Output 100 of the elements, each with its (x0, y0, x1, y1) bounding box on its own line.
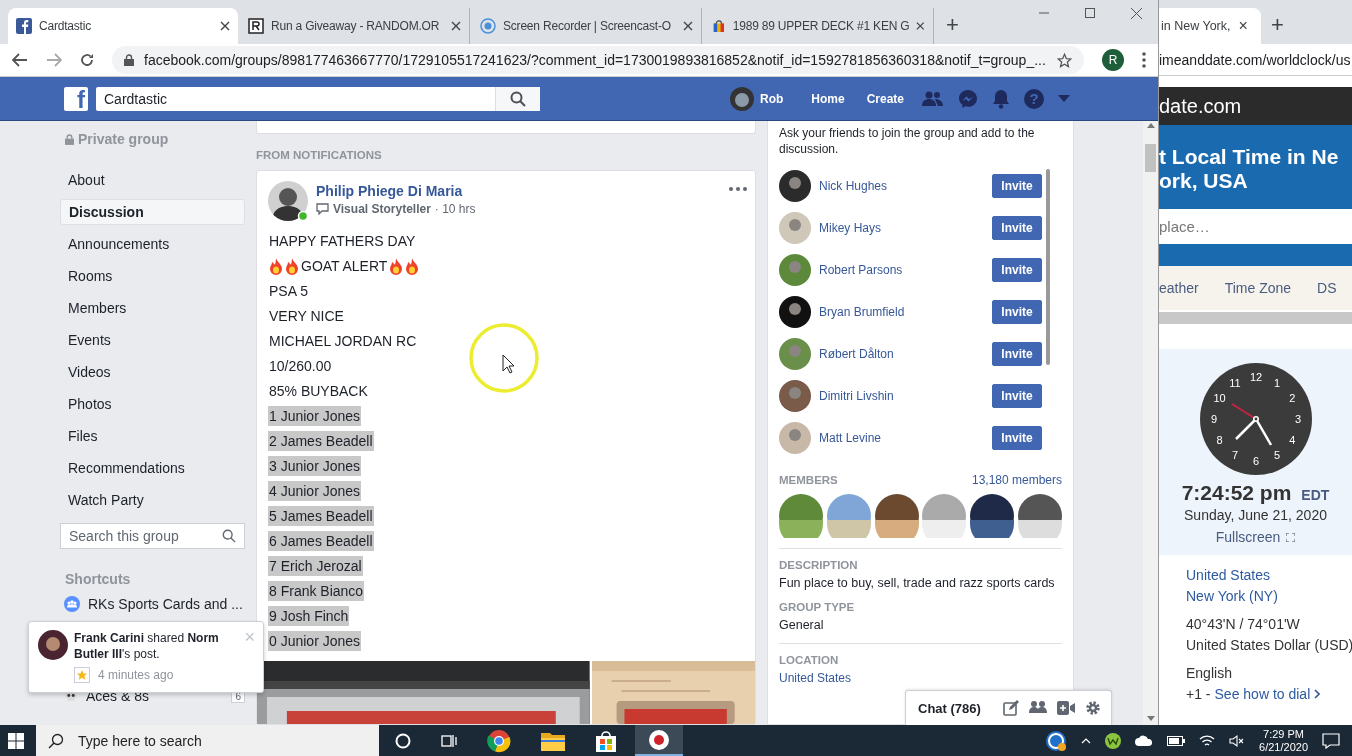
sidebar-item[interactable]: Members (60, 295, 245, 321)
compose-icon[interactable] (1003, 700, 1019, 716)
new-tab-button[interactable]: + (936, 14, 969, 44)
close-icon[interactable] (1131, 7, 1142, 19)
sidebar-item[interactable]: Events (60, 327, 245, 353)
new-tab-button[interactable]: + (1261, 14, 1294, 44)
avatar[interactable] (874, 494, 919, 538)
sidebar-item[interactable]: Files (60, 423, 245, 449)
site-logo[interactable]: date.com (1159, 94, 1242, 118)
taskbar-clock[interactable]: 7:29 PM 6/21/2020 (1259, 727, 1308, 754)
sidebar-item[interactable]: About (60, 167, 245, 193)
invite-button[interactable]: Invite (992, 342, 1042, 366)
notifications-icon[interactable] (1322, 732, 1340, 749)
nav-link[interactable]: eather (1159, 280, 1199, 296)
info-link[interactable]: New York (NY) (1186, 588, 1352, 604)
invite-button[interactable]: Invite (992, 258, 1042, 282)
dial-link[interactable]: See how to dial (1214, 686, 1311, 702)
browser-tab[interactable]: in New York, × (1159, 8, 1261, 44)
bell-icon[interactable] (992, 88, 1010, 109)
search-field[interactable]: Type here to search (36, 725, 379, 756)
sidebar-item[interactable]: Discussion (60, 199, 245, 225)
search-field[interactable]: Cardtastic (96, 86, 540, 111)
sidebar-item[interactable]: Recommendations (60, 455, 245, 481)
invite-button[interactable]: Invite (992, 384, 1042, 408)
avatar[interactable] (970, 494, 1015, 538)
avatar[interactable] (268, 181, 308, 221)
avatar[interactable] (779, 296, 811, 328)
sidebar-item[interactable]: Watch Party (60, 487, 245, 513)
invite-button[interactable]: Invite (992, 174, 1042, 198)
browser-tab[interactable]: Run a Giveaway - RANDOM.OR (240, 8, 470, 44)
invite-button[interactable]: Invite (992, 426, 1042, 450)
search-field[interactable]: Search this group (60, 523, 245, 549)
nav-link[interactable]: DS (1317, 280, 1337, 296)
speaker-icon[interactable] (1229, 733, 1246, 748)
messenger-icon[interactable] (958, 88, 978, 109)
avatar[interactable] (1018, 494, 1062, 538)
friend-name[interactable]: Matt Levine (819, 431, 984, 445)
profile-link[interactable]: Rob (729, 86, 794, 111)
fullscreen-link[interactable]: Fullscreen (1215, 529, 1296, 545)
wifi-icon[interactable] (1199, 733, 1216, 748)
notification-popup[interactable]: Frank Carini shared Norm Butler III's post. 4 minutes ago × (28, 621, 264, 693)
chat-bar[interactable]: Chat (786) (905, 690, 1112, 725)
people-icon[interactable] (1029, 700, 1047, 716)
scrollbar-thumb[interactable] (1046, 169, 1050, 365)
friends-icon[interactable] (922, 90, 944, 107)
nav-link[interactable]: Home (807, 91, 849, 106)
avatar[interactable] (779, 170, 811, 202)
address-field[interactable]: facebook.com/groups/898177463667770/1729105517241623/?comment_id=1730019893816852&notif_id=1592781856360318&notif_t=group_... (112, 46, 1084, 74)
info-link[interactable]: United States (1186, 567, 1352, 583)
shortcut-item[interactable]: RKs Sports Cards and ... (60, 596, 245, 612)
friend-name[interactable]: Bryan Brumfield (819, 305, 984, 319)
app-tray-icon[interactable] (1105, 732, 1122, 749)
sidebar-item[interactable]: Announcements (60, 231, 245, 257)
back-icon[interactable] (12, 53, 28, 67)
video-call-icon[interactable] (1057, 701, 1075, 715)
cortana-icon[interactable] (395, 732, 411, 749)
browser-tab[interactable]: 1989 89 UPPER DECK #1 KEN G (704, 8, 934, 44)
profile-avatar[interactable]: R (1102, 49, 1124, 71)
taskbar-app[interactable] (635, 725, 683, 756)
close-icon[interactable] (916, 21, 925, 31)
nav-link[interactable]: Create (862, 91, 908, 106)
scroll-down-icon[interactable] (1146, 716, 1155, 721)
search-button[interactable] (495, 86, 540, 111)
star-icon[interactable] (1057, 52, 1072, 68)
battery-icon[interactable] (1167, 735, 1186, 746)
sidebar-item[interactable]: Rooms (60, 263, 245, 289)
sidebar-item[interactable]: Photos (60, 391, 245, 417)
close-icon[interactable] (683, 21, 693, 31)
invite-button[interactable]: Invite (992, 216, 1042, 240)
nav-link[interactable]: Time Zone (1224, 280, 1292, 296)
menu-icon[interactable] (1142, 52, 1146, 68)
start-icon[interactable] (8, 732, 24, 749)
chrome-icon[interactable] (487, 728, 511, 753)
address-field[interactable]: imeanddate.com/worldclock/us (1159, 44, 1352, 76)
members-count-link[interactable]: 13,180 members (971, 473, 1062, 487)
friend-name[interactable]: Mikey Hays (819, 221, 984, 235)
store-icon[interactable] (595, 729, 617, 752)
more-icon[interactable] (729, 187, 747, 191)
settings-icon[interactable] (1085, 700, 1101, 716)
browser-tab[interactable]: Screen Recorder | Screencast-O (472, 8, 702, 44)
caret-icon[interactable] (1058, 95, 1070, 102)
task-view-icon[interactable] (441, 732, 457, 749)
folder-icon[interactable] (541, 730, 565, 751)
scrollbar-thumb[interactable] (1145, 144, 1156, 172)
close-icon[interactable] (220, 21, 230, 31)
scroll-up-icon[interactable] (1146, 123, 1155, 128)
cloud-icon[interactable] (1135, 735, 1154, 746)
browser-tab[interactable]: Cardtastic (8, 8, 238, 44)
author-link[interactable]: Philip Phiege Di Maria (316, 183, 476, 199)
friend-name[interactable]: Nick Hughes (819, 179, 984, 193)
invite-button[interactable]: Invite (992, 300, 1042, 324)
avatar[interactable] (779, 380, 811, 412)
friend-name[interactable]: Røbert Dålton (819, 347, 984, 361)
caret-up-icon[interactable] (1081, 737, 1092, 744)
timestamp[interactable]: · 10 hrs (434, 202, 476, 216)
reload-icon[interactable] (80, 53, 94, 67)
close-icon[interactable] (451, 21, 461, 31)
help-icon[interactable] (1045, 729, 1068, 752)
logo[interactable]: f (64, 86, 88, 111)
friend-name[interactable]: Robert Parsons (819, 263, 984, 277)
